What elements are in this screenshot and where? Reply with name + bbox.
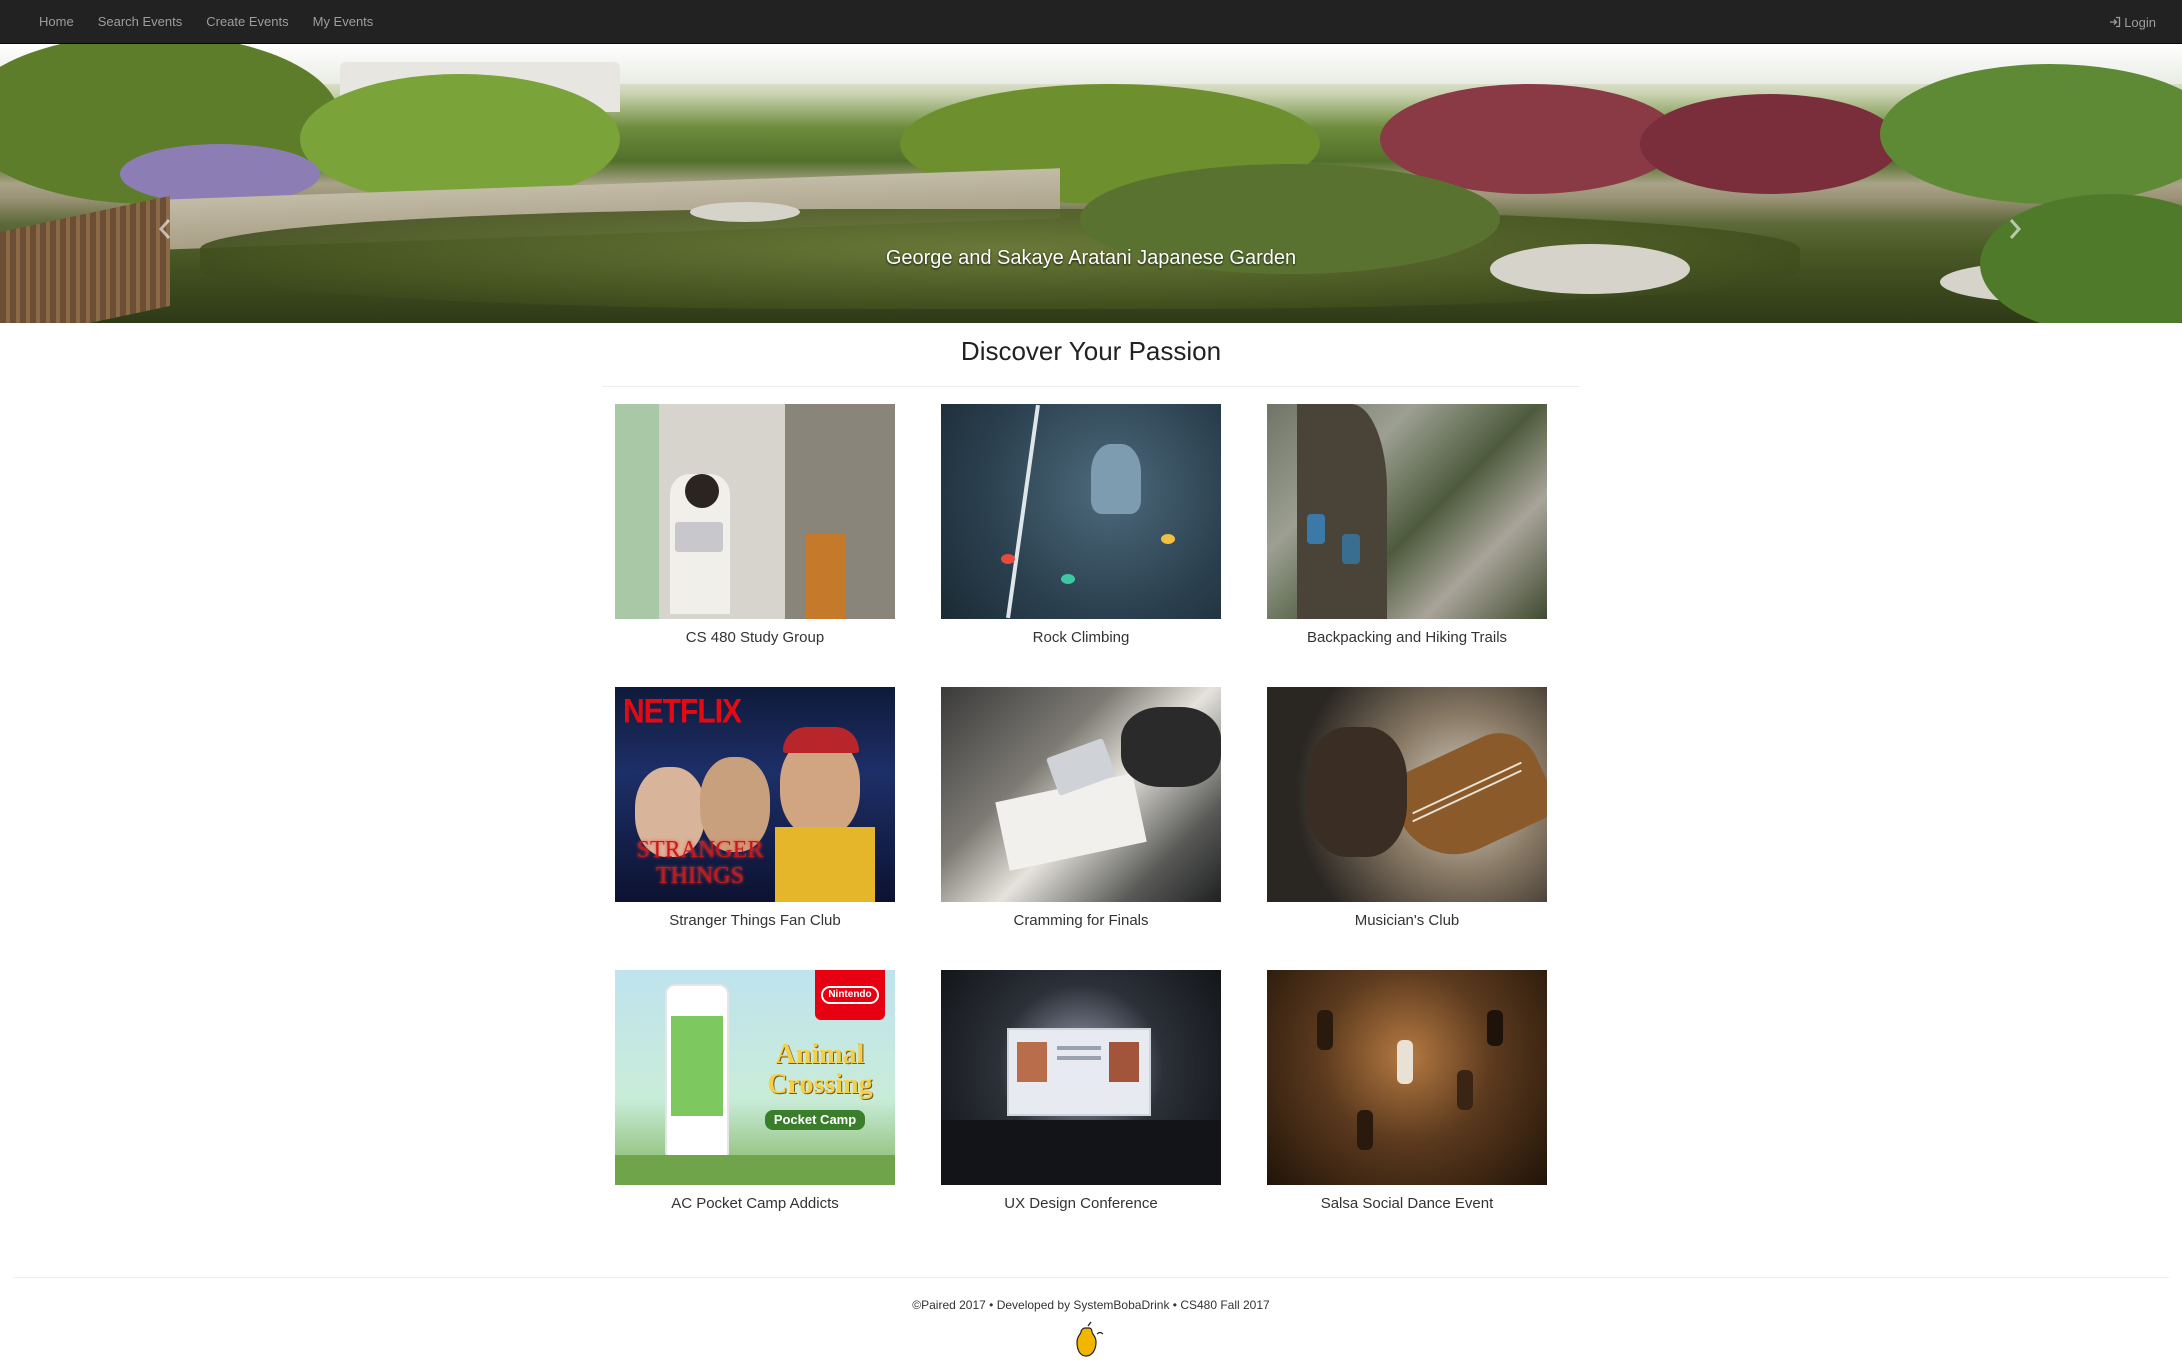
- carousel-next-button[interactable]: [2000, 214, 2030, 244]
- thumb-dancer: [1397, 1040, 1413, 1084]
- event-thumbnail[interactable]: [941, 687, 1221, 902]
- thumb-hiker: [1307, 514, 1325, 544]
- carousel-rock: [690, 202, 800, 222]
- login-link[interactable]: Login: [2109, 0, 2156, 44]
- event-thumbnail[interactable]: [1267, 687, 1547, 902]
- top-navbar: Home Search Events Create Events My Even…: [0, 0, 2182, 44]
- thumb-phone: [665, 984, 729, 1162]
- section-title: Discover Your Passion: [960, 336, 1222, 366]
- thumb-dancer: [1317, 1010, 1333, 1050]
- event-thumbnail[interactable]: NETFLIX STRANGER THINGS: [615, 687, 895, 902]
- thumb-hiker: [1342, 534, 1360, 564]
- thumb-hand: [1307, 727, 1407, 857]
- event-card[interactable]: UX Design Conference: [941, 970, 1221, 1212]
- footer-text: ©Paired 2017 • Developed by SystemBobaDr…: [912, 1298, 1270, 1312]
- stranger-things-logo: STRANGER THINGS: [636, 837, 764, 889]
- thumb-projection-screen: [1007, 1028, 1151, 1116]
- thumb-hold: [1001, 554, 1015, 564]
- event-label[interactable]: AC Pocket Camp Addicts: [615, 1195, 895, 1212]
- event-label[interactable]: Rock Climbing: [941, 629, 1221, 646]
- title-divider: [602, 386, 1580, 387]
- thumb-dancer: [1487, 1010, 1503, 1046]
- thumb-slide-text: [1057, 1046, 1101, 1050]
- chevron-right-icon: [2009, 219, 2022, 239]
- thumb-slide-image: [1017, 1042, 1047, 1082]
- login-icon: [2110, 16, 2121, 28]
- event-card[interactable]: Rock Climbing: [941, 404, 1221, 646]
- event-card[interactable]: Salsa Social Dance Event: [1267, 970, 1547, 1212]
- thumb-nintendo-badge: Nintendo: [815, 970, 885, 1020]
- event-card[interactable]: Cramming for Finals: [941, 687, 1221, 929]
- pocket-camp-logo: Pocket Camp: [765, 1110, 865, 1130]
- event-label[interactable]: Stranger Things Fan Club: [615, 912, 895, 929]
- nav-home-link[interactable]: Home: [26, 0, 86, 44]
- event-label[interactable]: Musician's Club: [1267, 912, 1547, 929]
- thumb-audience: [941, 1120, 1221, 1185]
- event-card[interactable]: CS 480 Study Group: [615, 404, 895, 646]
- carousel-tree: [1640, 94, 1900, 194]
- nav-create-events-link[interactable]: Create Events: [194, 0, 300, 44]
- event-label[interactable]: Backpacking and Hiking Trails: [1267, 629, 1547, 646]
- thumb-slide-text: [1057, 1056, 1101, 1060]
- event-thumbnail[interactable]: [1267, 404, 1547, 619]
- event-thumbnail[interactable]: [1267, 970, 1547, 1185]
- hero-carousel: George and Sakaye Aratani Japanese Garde…: [0, 44, 2182, 323]
- event-label[interactable]: Cramming for Finals: [941, 912, 1221, 929]
- event-card[interactable]: NETFLIX STRANGER THINGS Stranger Things …: [615, 687, 895, 929]
- thumb-head: [685, 474, 719, 508]
- thumb-dancer: [1357, 1110, 1373, 1150]
- thumb-ground: [615, 1155, 895, 1185]
- event-thumbnail[interactable]: [615, 404, 895, 619]
- nav-links: Home Search Events Create Events My Even…: [26, 0, 385, 44]
- nintendo-logo: Nintendo: [821, 986, 879, 1004]
- thumb-laptop: [675, 522, 723, 552]
- carousel-tree: [1880, 64, 2182, 204]
- thumb-chair: [805, 534, 845, 619]
- event-label[interactable]: CS 480 Study Group: [615, 629, 895, 646]
- netflix-logo: NETFLIX: [623, 692, 742, 731]
- thumb-person: [1121, 707, 1221, 787]
- thumb-dancer: [1457, 1070, 1473, 1110]
- thumb-hold: [1161, 534, 1175, 544]
- thumb-tree-trunk: [1297, 404, 1387, 619]
- thumb-hold: [1061, 574, 1075, 584]
- event-card[interactable]: Nintendo Animal Crossing Pocket Camp AC …: [615, 970, 895, 1212]
- thumb-shirt: [775, 827, 875, 902]
- event-thumbnail[interactable]: [941, 970, 1221, 1185]
- event-thumbnail[interactable]: [941, 404, 1221, 619]
- animal-crossing-logo: Animal Crossing: [767, 1039, 873, 1100]
- thumb-climber: [1091, 444, 1141, 514]
- event-thumbnail[interactable]: Nintendo Animal Crossing Pocket Camp: [615, 970, 895, 1185]
- thumb-rope: [1006, 404, 1040, 619]
- chevron-left-icon: [158, 219, 171, 239]
- pear-logo-icon: [1071, 1320, 1111, 1360]
- carousel-sky: [0, 44, 2182, 84]
- event-label[interactable]: Salsa Social Dance Event: [1267, 1195, 1547, 1212]
- event-card[interactable]: Backpacking and Hiking Trails: [1267, 404, 1547, 646]
- event-card[interactable]: Musician's Club: [1267, 687, 1547, 929]
- login-label: Login: [2124, 14, 2156, 30]
- nav-my-events-link[interactable]: My Events: [301, 0, 386, 44]
- thumb-slide-image: [1109, 1042, 1139, 1082]
- carousel-prev-button[interactable]: [150, 214, 180, 244]
- footer-divider: [13, 1277, 2169, 1278]
- carousel-caption: George and Sakaye Aratani Japanese Garde…: [885, 247, 1297, 269]
- thumb-cap: [783, 727, 859, 753]
- thumb-phone-screen: [671, 1016, 723, 1116]
- event-label[interactable]: UX Design Conference: [941, 1195, 1221, 1212]
- nav-search-events-link[interactable]: Search Events: [86, 0, 195, 44]
